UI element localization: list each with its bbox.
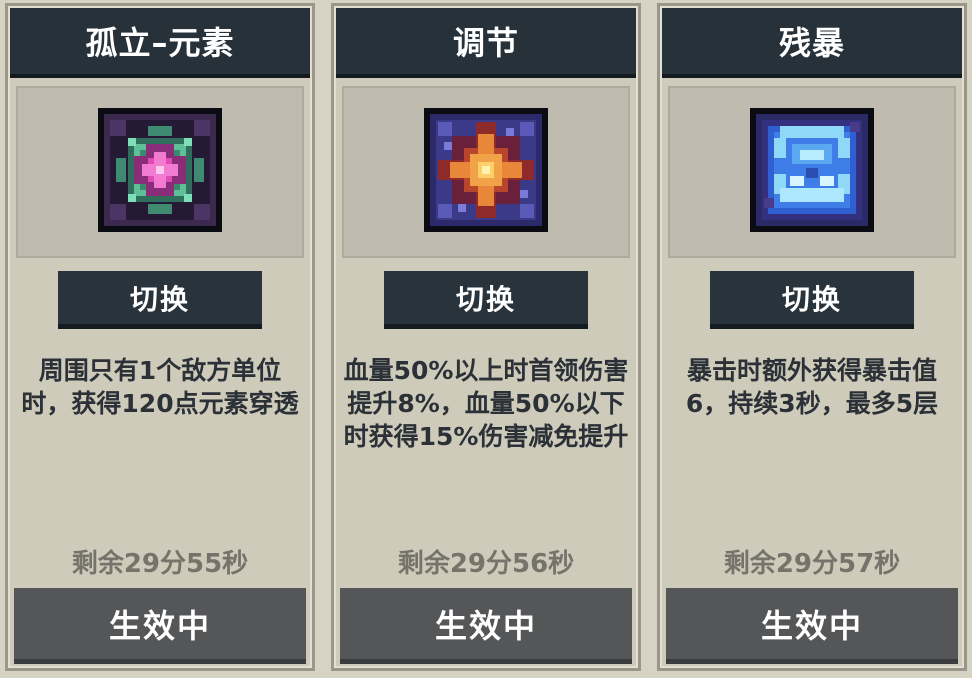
buff-card-brutality: 残暴 切换 暴击时额外获得暴击值6，持续3秒，最多5层 剩余29分57秒 生效中 <box>657 3 967 671</box>
buff-card-isolation-element: 孤立–元素 切换 周围只有1个敌方单位时，获得120点元素穿透 剩余29分55秒… <box>5 3 315 671</box>
card-title: 残暴 <box>662 8 962 78</box>
green-pink-gear-rune-icon <box>98 108 222 232</box>
blue-ice-rune-icon <box>750 108 874 232</box>
remaining-time: 剩余29分57秒 <box>723 549 901 579</box>
icon-panel <box>342 86 630 258</box>
buff-description: 周围只有1个敌方单位时，获得120点元素穿透 <box>21 356 299 418</box>
buff-card-list: 孤立–元素 切换 周围只有1个敌方单位时，获得120点元素穿透 剩余29分55秒… <box>0 0 972 678</box>
active-status-button[interactable]: 生效中 <box>666 588 958 664</box>
switch-button[interactable]: 切换 <box>58 271 262 329</box>
icon-panel <box>16 86 304 258</box>
remaining-time: 剩余29分56秒 <box>397 549 575 579</box>
icon-panel <box>668 86 956 258</box>
buff-description: 暴击时额外获得暴击值6，持续3秒，最多5层 <box>685 356 939 418</box>
remaining-time: 剩余29分55秒 <box>71 549 249 579</box>
active-status-button[interactable]: 生效中 <box>14 588 306 664</box>
buff-description: 血量50%以上时首领伤害提升8%，血量50%以下时获得15%伤害减免提升 <box>343 356 629 451</box>
active-status-button[interactable]: 生效中 <box>340 588 632 664</box>
card-title: 调节 <box>336 8 636 78</box>
switch-button[interactable]: 切换 <box>384 271 588 329</box>
buff-card-regulation: 调节 切换 血量50%以上时首领伤害提升8%，血量50%以下时获得15%伤害减免… <box>331 3 641 671</box>
switch-button[interactable]: 切换 <box>710 271 914 329</box>
card-title: 孤立–元素 <box>10 8 310 78</box>
orange-star-rune-icon <box>424 108 548 232</box>
